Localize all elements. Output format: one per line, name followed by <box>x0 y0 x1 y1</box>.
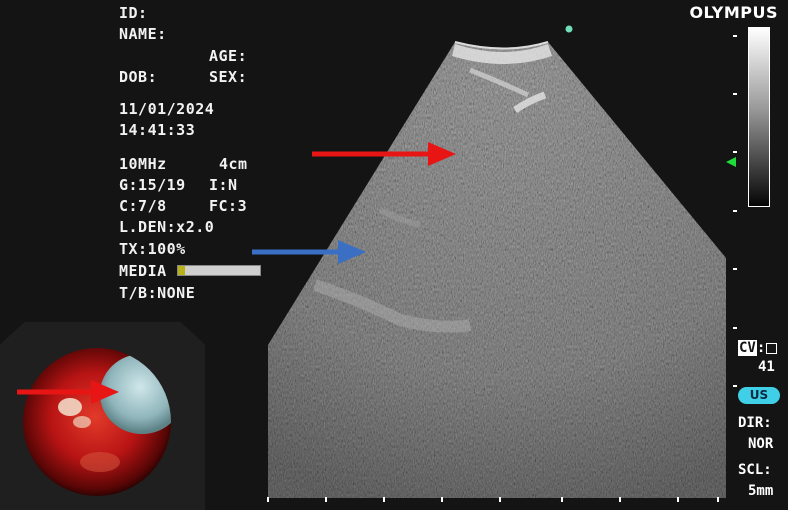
cv-checkbox-icon <box>766 342 778 354</box>
scale-tick <box>441 497 443 502</box>
patient-dob-label: DOB: <box>119 68 158 86</box>
indicator-dot-icon <box>565 25 573 33</box>
patient-age-label: AGE: <box>209 47 248 65</box>
contrast-readout: C:7/8 <box>119 197 167 215</box>
annotation-arrow-icon <box>17 380 119 404</box>
scale-tick <box>717 497 719 502</box>
depth-tick <box>733 93 737 95</box>
mode-badge: US <box>738 387 780 404</box>
frequency-readout: 10MHz <box>119 155 167 173</box>
depth-readout: 4cm <box>219 155 248 173</box>
tx-power-readout: TX:100% <box>119 240 186 258</box>
brand-logo: OLYMPUS <box>689 3 778 22</box>
scl-label: SCL: <box>738 462 772 478</box>
scale-tick <box>561 497 563 502</box>
fc-readout: FC:3 <box>209 197 248 215</box>
depth-tick <box>733 35 737 37</box>
tb-readout: T/B:NONE <box>119 284 196 302</box>
cv-colon: : <box>756 340 766 356</box>
media-usage-bar <box>177 265 261 276</box>
annotation-arrow-icon <box>312 142 456 166</box>
patient-name-label: NAME: <box>119 25 167 43</box>
exam-date: 11/01/2024 <box>119 100 215 118</box>
scl-value: 5mm <box>748 483 774 499</box>
annotation-arrow-icon <box>252 240 366 264</box>
dir-label: DIR: <box>738 415 772 431</box>
scale-tick <box>325 497 327 502</box>
depth-tick <box>733 210 737 212</box>
depth-tick <box>733 151 737 153</box>
depth-tick <box>733 327 737 329</box>
media-usage-level <box>178 266 185 275</box>
endoscopic-ultrasound-screen: ID: NAME: AGE: DOB: SEX: 11/01/2024 14:4… <box>0 0 788 510</box>
focus-marker-icon <box>726 157 736 167</box>
patient-id-label: ID: <box>119 4 148 22</box>
scale-tick <box>267 497 269 502</box>
scale-tick <box>499 497 501 502</box>
cv-value: 41 <box>758 359 775 375</box>
exam-time: 14:41:33 <box>119 121 196 139</box>
image-setting-readout: I:N <box>209 176 238 194</box>
endoscopic-view-image <box>23 348 171 496</box>
cv-label-text: CV <box>738 340 757 356</box>
line-density-readout: L.DEN:x2.0 <box>119 218 215 236</box>
gain-readout: G:15/19 <box>119 176 186 194</box>
grayscale-bar <box>748 27 770 207</box>
scale-tick <box>619 497 621 502</box>
depth-tick <box>733 385 737 387</box>
scale-tick <box>383 497 385 502</box>
media-label: MEDIA <box>119 262 167 280</box>
depth-tick <box>733 268 737 270</box>
patient-sex-label: SEX: <box>209 68 248 86</box>
dir-value: NOR <box>748 436 774 452</box>
cv-label: CV: <box>738 340 778 356</box>
scale-tick <box>677 497 679 502</box>
